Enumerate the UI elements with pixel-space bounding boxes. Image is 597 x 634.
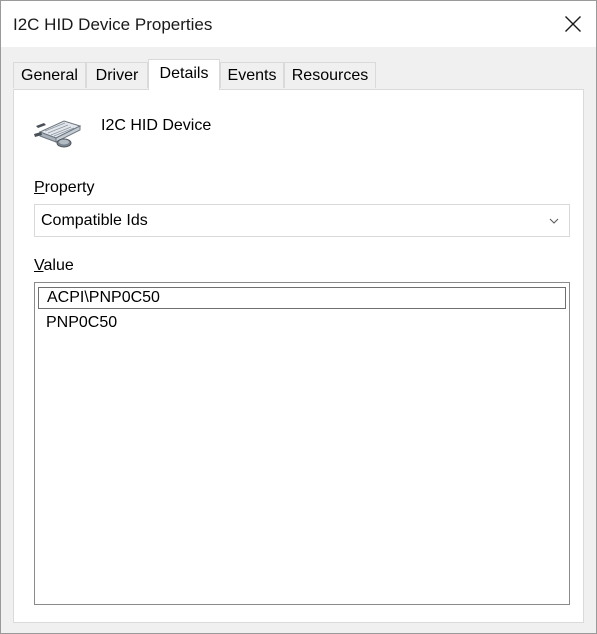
property-dropdown[interactable]: Compatible Ids xyxy=(34,204,570,237)
property-label-mnemonic: P xyxy=(34,179,45,196)
tab-details[interactable]: Details xyxy=(148,59,220,90)
property-label-rest: roperty xyxy=(44,179,95,196)
tab-events[interactable]: Events xyxy=(220,62,284,88)
tab-driver[interactable]: Driver xyxy=(86,62,148,88)
tab-details-label: Details xyxy=(159,65,209,82)
close-button[interactable] xyxy=(550,1,596,47)
tab-general-label: General xyxy=(21,67,78,84)
device-name: I2C HID Device xyxy=(101,117,212,134)
list-item[interactable]: ACPI\PNP0C50 xyxy=(38,287,566,309)
close-icon xyxy=(565,16,581,32)
list-item-text: ACPI\PNP0C50 xyxy=(47,289,160,306)
title-bar[interactable]: I2C HID Device Properties xyxy=(1,1,596,47)
value-label-rest: alue xyxy=(43,257,74,274)
list-item-text: PNP0C50 xyxy=(46,314,118,331)
properties-dialog: I2C HID Device Properties General Driver… xyxy=(0,0,597,634)
list-item[interactable]: PNP0C50 xyxy=(38,313,566,335)
hid-device-icon xyxy=(34,112,82,152)
value-listbox[interactable]: ACPI\PNP0C50 PNP0C50 xyxy=(34,282,570,605)
chevron-down-icon xyxy=(549,218,559,224)
tab-resources[interactable]: Resources xyxy=(284,62,376,88)
property-dropdown-value: Compatible Ids xyxy=(41,212,148,229)
tab-driver-label: Driver xyxy=(95,67,139,84)
details-panel: I2C HID Device Property Compatible Ids V… xyxy=(13,89,584,623)
property-label: Property xyxy=(34,178,94,198)
tab-resources-label: Resources xyxy=(291,67,369,84)
tab-strip: General Driver Details Events Resources xyxy=(13,59,584,90)
value-label: Value xyxy=(34,256,74,276)
window-title: I2C HID Device Properties xyxy=(13,15,213,34)
tab-general[interactable]: General xyxy=(13,62,86,88)
tab-events-label: Events xyxy=(227,67,277,84)
